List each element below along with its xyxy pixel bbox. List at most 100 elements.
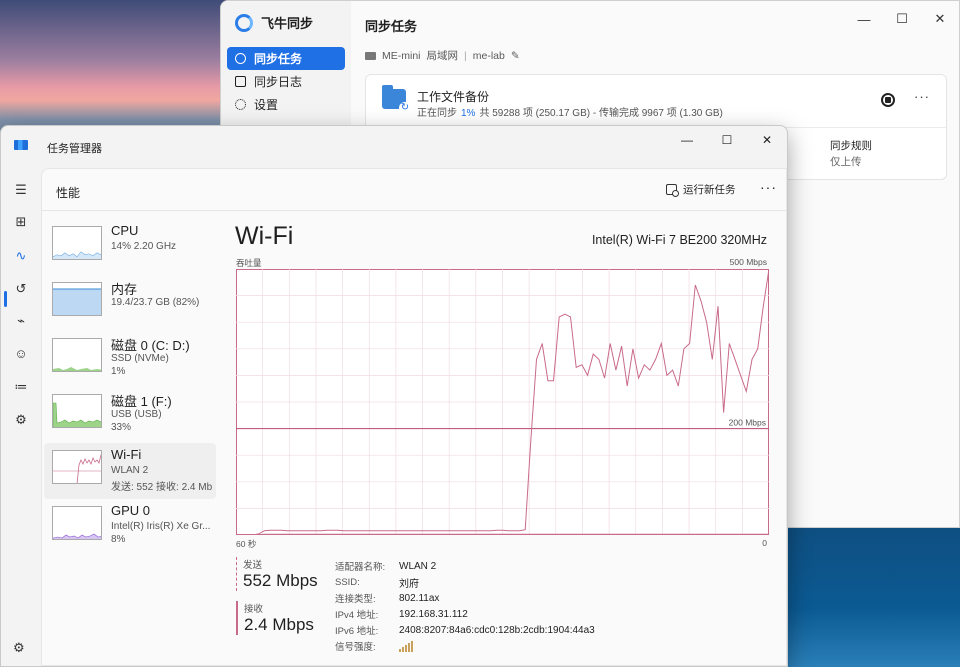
property-key: 适配器名称: bbox=[335, 562, 386, 573]
property-row: 连接类型: 802.11ax bbox=[335, 590, 595, 606]
performance-panel: 性能 运行新任务 ··· CPU 14% 2.20 GHz 内存 19.4/23 bbox=[41, 168, 787, 666]
sync-nav: 同步任务 同步日志 设置 bbox=[227, 47, 345, 116]
property-key: IPv6 地址: bbox=[335, 626, 379, 637]
perf-item-wifi[interactable]: Wi-Fi WLAN 2 发送: 552 接收: 2.4 Mb bbox=[44, 443, 216, 499]
perf-item-gpu[interactable]: GPU 0 Intel(R) Iris(R) Xe Gr... 8% bbox=[44, 499, 216, 555]
property-key: SSID: bbox=[335, 576, 360, 588]
title-bar: 任务管理器 — ☐ ✕ bbox=[1, 126, 787, 168]
folder-sync-icon bbox=[382, 85, 411, 114]
edit-icon[interactable]: ✎ bbox=[511, 50, 520, 62]
sync-window-controls: — ☐ ✕ bbox=[845, 1, 959, 37]
divider: | bbox=[464, 49, 467, 62]
property-value: 2408:8207:84a6:cdc0:128b:2cdb:1904:44a3 bbox=[399, 624, 595, 636]
perf-name: Wi-Fi bbox=[111, 447, 142, 462]
gpu-thumbnail bbox=[52, 506, 102, 540]
perf-sub: WLAN 2 bbox=[111, 465, 149, 476]
wifi-thumbnail bbox=[52, 450, 102, 484]
details-icon[interactable]: ≔ bbox=[13, 379, 29, 395]
throughput-graph: 200 Mbps bbox=[236, 269, 769, 535]
max-throughput-label: 500 Mbps bbox=[729, 257, 767, 267]
sync-nav-label: 同步任务 bbox=[254, 52, 303, 66]
sync-nav-label: 同步日志 bbox=[254, 75, 303, 89]
hamburger-menu-icon[interactable]: ☰ bbox=[13, 182, 29, 198]
sync-brand-name: 飞牛同步 bbox=[261, 16, 314, 31]
minimize-button[interactable]: — bbox=[667, 126, 707, 154]
app-history-icon[interactable]: ↺ bbox=[13, 281, 29, 297]
property-row: 信号强度: bbox=[335, 638, 595, 654]
perf-item-disk1[interactable]: 磁盘 1 (F:) USB (USB) 33% bbox=[44, 387, 216, 443]
sync-nav-label: 设置 bbox=[254, 98, 279, 112]
device-row: ME-mini 局域网 | me-lab ✎ bbox=[365, 48, 520, 63]
property-row: 适配器名称: WLAN 2 bbox=[335, 558, 595, 574]
log-icon bbox=[235, 76, 246, 87]
property-value: 802.11ax bbox=[399, 592, 440, 604]
sync-nav-item-logs[interactable]: 同步日志 bbox=[227, 70, 345, 93]
perf-sub: 1% bbox=[111, 366, 126, 377]
property-key: IPv4 地址: bbox=[335, 610, 379, 621]
window-controls: — ☐ ✕ bbox=[667, 126, 787, 154]
monitor-icon bbox=[365, 51, 376, 60]
perf-name: 内存 bbox=[111, 282, 138, 297]
close-button[interactable]: ✕ bbox=[747, 126, 787, 154]
reference-line-label: 200 Mbps bbox=[729, 418, 766, 428]
sync-rule-label: 同步规则 bbox=[830, 140, 872, 152]
sync-brand: 飞牛同步 bbox=[235, 13, 313, 32]
perf-sub: SSD (NVMe) bbox=[111, 353, 169, 364]
perf-sub: 发送: 552 接收: 2.4 Mb bbox=[111, 482, 213, 493]
settings-gear-icon[interactable]: ⚙ bbox=[13, 640, 25, 656]
performance-icon[interactable]: ∿ bbox=[13, 248, 29, 264]
receive-series-line bbox=[236, 533, 769, 535]
users-icon[interactable]: ☺ bbox=[13, 346, 29, 362]
perf-name: 磁盘 0 (C: D:) bbox=[111, 338, 190, 353]
perf-item-disk0[interactable]: 磁盘 0 (C: D:) SSD (NVMe) 1% bbox=[44, 331, 216, 387]
maximize-button[interactable]: ☐ bbox=[707, 126, 747, 154]
task-status-detail: 共 59288 项 (250.17 GB) - 传输完成 9967 项 (1.3… bbox=[479, 108, 723, 119]
services-icon[interactable]: ⚙ bbox=[13, 412, 29, 428]
startup-apps-icon[interactable]: ⌁ bbox=[13, 313, 29, 329]
network-type: 局域网 bbox=[426, 50, 459, 62]
task-status: 正在同步 1% 共 59288 项 (250.17 GB) - 传输完成 9967 … bbox=[417, 104, 723, 119]
time-start-label: 60 秒 bbox=[236, 539, 257, 549]
panel-title: 性能 bbox=[56, 186, 81, 200]
disk1-thumbnail bbox=[52, 394, 102, 428]
minimize-button[interactable]: — bbox=[845, 1, 883, 37]
perf-sub: 8% bbox=[111, 534, 126, 545]
perf-sub: 19.4/23.7 GB (82%) bbox=[111, 297, 200, 308]
processes-icon[interactable]: ⊞ bbox=[13, 214, 29, 230]
sync-tasks-icon bbox=[235, 53, 246, 64]
stop-sync-button[interactable] bbox=[881, 93, 895, 107]
property-row: IPv6 地址: 2408:8207:84a6:cdc0:128b:2cdb:19… bbox=[335, 622, 595, 638]
close-button[interactable]: ✕ bbox=[921, 1, 959, 37]
window-title: 任务管理器 bbox=[47, 143, 102, 155]
perf-name: CPU bbox=[111, 223, 139, 238]
maximize-button[interactable]: ☐ bbox=[883, 1, 921, 37]
send-stat: 发送 552 Mbps bbox=[236, 557, 318, 591]
perf-item-cpu[interactable]: CPU 14% 2.20 GHz bbox=[44, 219, 216, 275]
task-more-button[interactable]: ··· bbox=[914, 89, 930, 104]
perf-name: 磁盘 1 (F:) bbox=[111, 394, 172, 409]
task-status-prefix: 正在同步 bbox=[417, 108, 457, 119]
task-name: 工作文件备份 bbox=[417, 90, 490, 104]
panel-header: 性能 运行新任务 ··· bbox=[42, 169, 786, 211]
sync-nav-item-tasks[interactable]: 同步任务 bbox=[227, 47, 345, 70]
property-row: SSID: 刘府 bbox=[335, 574, 595, 590]
perf-sub: 33% bbox=[111, 422, 132, 433]
run-new-task-label: 运行新任务 bbox=[683, 184, 736, 196]
perf-sub: 14% 2.20 GHz bbox=[111, 241, 177, 252]
page-title: 同步任务 bbox=[365, 19, 418, 34]
property-value: 刘府 bbox=[399, 578, 419, 590]
receive-stat: 接收 2.4 Mbps bbox=[236, 601, 314, 635]
sync-nav-item-settings[interactable]: 设置 bbox=[227, 93, 345, 116]
sync-logo-icon bbox=[235, 13, 253, 32]
run-new-task-button[interactable]: 运行新任务 bbox=[666, 182, 736, 197]
perf-sub: USB (USB) bbox=[111, 409, 162, 420]
gear-icon bbox=[235, 99, 246, 110]
property-key: 信号强度: bbox=[335, 642, 376, 653]
account-name: me-lab bbox=[472, 49, 505, 62]
detail-title: Wi-Fi bbox=[235, 222, 294, 250]
more-options-button[interactable]: ··· bbox=[760, 179, 777, 195]
task-manager-window: 任务管理器 — ☐ ✕ ☰ ⊞ ∿ ↺ ⌁ ☺ ≔ ⚙ ⚙ 性能 运行新任务 ·… bbox=[0, 125, 788, 667]
perf-item-memory[interactable]: 内存 19.4/23.7 GB (82%) bbox=[44, 275, 216, 331]
property-key: 连接类型: bbox=[335, 594, 376, 605]
receive-value: 2.4 Mbps bbox=[244, 615, 314, 634]
